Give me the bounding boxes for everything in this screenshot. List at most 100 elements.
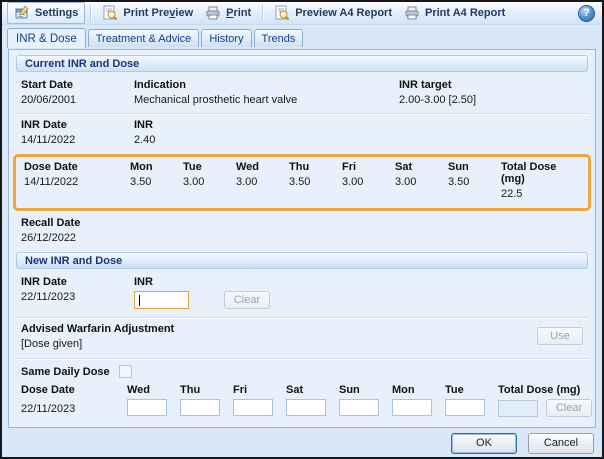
indication-value: Mechanical prosthetic heart valve xyxy=(134,94,399,106)
current-dose-highlight-box: Dose Date 14/11/2022 Mon3.50 Tue3.00 Wed… xyxy=(13,154,591,211)
new-inr-date-label: INR Date xyxy=(21,276,134,288)
day-header: Tue xyxy=(183,161,236,173)
new-inr-row: INR Date 22/11/2023 INR Clear xyxy=(16,273,588,316)
dose-input-thu[interactable] xyxy=(180,399,220,416)
question-mark-icon: ? xyxy=(583,7,590,19)
preview-a4-report-button[interactable]: Preview A4 Report xyxy=(268,3,398,23)
day-header: Fri xyxy=(233,384,286,396)
dose-value: 3.50 xyxy=(448,176,501,188)
current-recall-row: Recall Date 26/12/2022 xyxy=(16,213,588,250)
inr-date-label: INR Date xyxy=(21,119,134,131)
clear-dose-button[interactable]: Clear xyxy=(546,399,592,417)
new-dose-date-label: Dose Date xyxy=(21,384,127,396)
divider xyxy=(16,317,588,318)
day-header: Mon xyxy=(392,384,445,396)
dose-date-value: 14/11/2022 xyxy=(24,176,130,188)
indication-label: Indication xyxy=(134,79,399,91)
print-label: Print xyxy=(226,7,251,19)
dose-value: 3.50 xyxy=(130,176,183,188)
tab-history[interactable]: History xyxy=(201,29,251,47)
print-preview-button[interactable]: Print Preview xyxy=(96,3,199,23)
tab-treatment-advice[interactable]: Treatment & Advice xyxy=(88,29,200,47)
toolbar-separator xyxy=(262,5,263,21)
dialog-footer: OK Cancel xyxy=(451,433,594,454)
ok-button[interactable]: OK xyxy=(451,433,517,454)
day-header: Wed xyxy=(236,161,289,173)
dose-value: 3.50 xyxy=(289,176,342,188)
same-daily-dose-checkbox[interactable] xyxy=(119,365,132,378)
new-inr-dose-header: New INR and Dose xyxy=(16,252,588,269)
same-daily-dose-row: Same Daily Dose xyxy=(16,360,588,382)
dose-input-fri[interactable] xyxy=(233,399,273,416)
day-header: Sun xyxy=(339,384,392,396)
print-a4-report-label: Print A4 Report xyxy=(425,7,505,19)
day-header: Tue xyxy=(445,384,498,396)
settings-icon xyxy=(14,5,30,21)
inr-value: 2.40 xyxy=(134,134,583,146)
dose-input-mon[interactable] xyxy=(392,399,432,416)
divider xyxy=(16,113,588,114)
printer-icon xyxy=(404,5,420,21)
inr-target-label: INR target xyxy=(399,79,583,91)
new-inr-input[interactable] xyxy=(134,291,189,309)
advised-warfarin-value: [Dose given] xyxy=(21,338,537,350)
day-header: Mon xyxy=(130,161,183,173)
print-button[interactable]: Print xyxy=(199,3,257,23)
use-button[interactable]: Use xyxy=(537,327,583,345)
dose-value: 3.00 xyxy=(183,176,236,188)
current-inr-row: INR Date 14/11/2022 INR 2.40 xyxy=(16,115,588,152)
toolbar: Settings Print Preview Print Preview A4 … xyxy=(2,2,602,25)
total-dose-value: 22.5 xyxy=(501,188,580,200)
new-dose-date-value: 22/11/2023 xyxy=(21,403,127,415)
new-dose-row: Dose Date 22/11/2023 Wed Thu Fri Sat Sun… xyxy=(16,382,588,417)
day-header: Thu xyxy=(289,161,342,173)
day-header: Fri xyxy=(342,161,395,173)
cancel-button[interactable]: Cancel xyxy=(528,433,594,454)
help-button[interactable]: ? xyxy=(578,5,595,22)
dose-input-wed[interactable] xyxy=(127,399,167,416)
toolbar-separator xyxy=(90,5,91,21)
dose-date-label: Dose Date xyxy=(24,161,130,173)
new-total-dose-field xyxy=(498,400,538,417)
recall-date-value: 26/12/2022 xyxy=(21,232,583,244)
total-dose-label: Total Dose (mg) xyxy=(501,161,580,185)
day-header: Wed xyxy=(127,384,180,396)
settings-label: Settings xyxy=(35,7,78,19)
day-header: Thu xyxy=(180,384,233,396)
print-preview-label: Print Preview xyxy=(123,7,193,19)
new-total-dose-label: Total Dose (mg) xyxy=(498,384,592,396)
new-recall-date-label: Recall Date xyxy=(21,427,583,428)
dose-input-sun[interactable] xyxy=(339,399,379,416)
preview-report-icon xyxy=(274,5,290,21)
text-caret xyxy=(139,295,140,306)
dose-value: 3.00 xyxy=(342,176,395,188)
start-date-value: 20/06/2001 xyxy=(21,94,134,106)
clear-inr-button[interactable]: Clear xyxy=(224,291,270,309)
dose-input-sat[interactable] xyxy=(286,399,326,416)
inr-date-value: 14/11/2022 xyxy=(21,134,134,146)
inr-dose-window: Settings Print Preview Print Preview A4 … xyxy=(0,0,604,459)
print-a4-report-button[interactable]: Print A4 Report xyxy=(398,3,511,23)
inr-target-value: 2.00-3.00 [2.50] xyxy=(399,94,583,106)
printer-icon xyxy=(205,5,221,21)
dose-value: 3.00 xyxy=(395,176,448,188)
advised-warfarin-label: Advised Warfarin Adjustment xyxy=(21,323,537,335)
start-date-label: Start Date xyxy=(21,79,134,91)
tab-inr-dose[interactable]: INR & Dose xyxy=(7,28,86,48)
recall-date-label: Recall Date xyxy=(21,217,583,229)
tab-trends[interactable]: Trends xyxy=(254,29,304,47)
divider xyxy=(16,358,588,359)
new-inr-date-value: 22/11/2023 xyxy=(21,291,134,303)
preview-a4-report-label: Preview A4 Report xyxy=(295,7,392,19)
settings-button[interactable]: Settings xyxy=(7,2,85,24)
current-inr-dose-header: Current INR and Dose xyxy=(16,55,588,72)
current-dose-row: Dose Date 14/11/2022 Mon3.50 Tue3.00 Wed… xyxy=(24,161,580,200)
dose-value: 3.00 xyxy=(236,176,289,188)
inr-dose-tab-page: Current INR and Dose Start Date 20/06/20… xyxy=(8,49,596,428)
current-info-row: Start Date 20/06/2001 Indication Mechani… xyxy=(16,76,588,112)
same-daily-dose-label: Same Daily Dose xyxy=(21,366,110,378)
inr-label: INR xyxy=(134,119,583,131)
new-recall-row: Recall Date xyxy=(16,417,588,428)
tab-strip: INR & Dose Treatment & Advice History Tr… xyxy=(2,25,602,47)
dose-input-tue[interactable] xyxy=(445,399,485,416)
